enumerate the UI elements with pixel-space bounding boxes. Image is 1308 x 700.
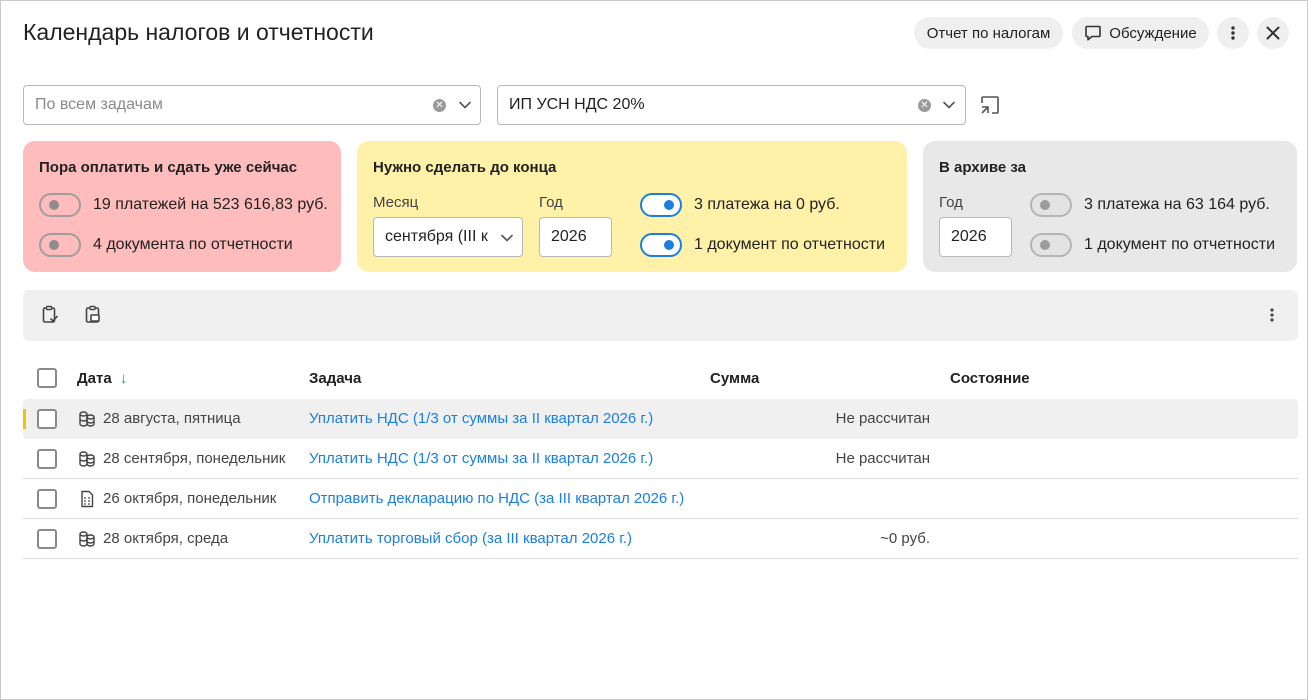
archive-card: В архиве за Год 2026 3 платежа на 63 164… (923, 141, 1297, 272)
archive-title: В архиве за (939, 159, 1027, 176)
row-sum: ~0 руб. (880, 530, 930, 547)
column-date-header[interactable]: Дата ↓ (77, 370, 127, 387)
coins-icon (79, 411, 95, 427)
row-date: 28 августа, пятница (103, 410, 241, 427)
chevron-down-icon[interactable] (458, 98, 472, 112)
task-filter-select[interactable]: По всем задачам ✕ (23, 85, 481, 125)
column-task-header[interactable]: Задача (309, 370, 361, 387)
page-title: Календарь налогов и отчетности (23, 19, 374, 45)
month-value: сентября (III к (385, 228, 488, 245)
date-header-label: Дата (77, 370, 112, 387)
archive-documents-label: 1 документ по отчетности (1084, 236, 1275, 253)
row-sum: Не рассчитан (835, 410, 930, 427)
column-sum-header[interactable]: Сумма (710, 370, 759, 387)
task-filter-placeholder: По всем задачам (35, 96, 163, 113)
select-all-checkbox[interactable] (37, 368, 57, 388)
tax-calendar-dialog: Календарь налогов и отчетности Отчет по … (0, 0, 1308, 700)
row-task-link[interactable]: Уплатить торговый сбор (за III квартал 2… (309, 530, 632, 547)
vertical-dots-icon (1231, 26, 1235, 40)
chat-icon (1085, 25, 1102, 41)
chevron-down-icon (501, 234, 513, 242)
clear-icon[interactable]: ✕ (433, 98, 446, 112)
row-task-link[interactable]: Уплатить НДС (1/3 от суммы за II квартал… (309, 450, 653, 467)
year-label: Год (539, 194, 563, 211)
row-checkbox[interactable] (37, 409, 57, 429)
chevron-down-icon[interactable] (942, 98, 956, 112)
month-label: Месяц (373, 194, 419, 211)
row-date: 28 сентября, понедельник (103, 450, 286, 467)
pay-now-title: Пора оплатить и сдать уже сейчас (39, 159, 298, 176)
row-date: 26 октября, понедельник (103, 490, 277, 507)
pay-now-documents-label: 4 документа по отчетности (93, 236, 293, 253)
archive-year-field[interactable]: 2026 (939, 217, 1012, 257)
discussion-button[interactable]: Обсуждение (1072, 17, 1209, 49)
coins-icon (79, 531, 95, 547)
todo-card: Нужно сделать до конца Месяц сентября (I… (357, 141, 907, 272)
clear-icon[interactable]: ✕ (918, 98, 931, 112)
close-button[interactable] (1257, 17, 1289, 49)
row-task-link[interactable]: Уплатить НДС (1/3 от суммы за II квартал… (309, 410, 653, 427)
organization-filter-value: ИП УСН НДС 20% (509, 96, 645, 113)
discussion-label: Обсуждение (1109, 24, 1197, 42)
todo-documents-label: 1 документ по отчетности (694, 236, 885, 253)
month-select[interactable]: сентября (III к (373, 217, 523, 257)
row-date: 28 октября, среда (103, 530, 229, 547)
vertical-dots-icon[interactable] (1262, 305, 1282, 325)
document-icon (81, 490, 94, 508)
clipboard-archive-icon[interactable] (83, 305, 103, 325)
pay-now-payments-label: 19 платежей на 523 616,83 руб. (93, 196, 328, 213)
row-checkbox[interactable] (37, 529, 57, 549)
todo-payments-toggle[interactable] (640, 193, 682, 217)
todo-payments-label: 3 платежа на 0 руб. (694, 196, 840, 213)
sort-arrow-icon[interactable]: ↓ (120, 370, 128, 387)
archive-documents-toggle[interactable] (1030, 233, 1072, 257)
archive-payments-label: 3 платежа на 63 164 руб. (1084, 196, 1270, 213)
column-state-header[interactable]: Состояние (950, 370, 1030, 387)
table-toolbar (23, 290, 1298, 341)
clipboard-check-icon[interactable] (40, 305, 60, 325)
pay-now-documents-toggle[interactable] (39, 233, 81, 257)
archive-year-label: Год (939, 194, 963, 211)
switch-organization-icon[interactable] (979, 94, 1001, 116)
coins-icon (79, 451, 95, 467)
row-divider (23, 558, 1298, 559)
more-options-button[interactable] (1217, 17, 1249, 49)
row-task-link[interactable]: Отправить декларацию по НДС (за III квар… (309, 490, 684, 507)
close-icon (1266, 26, 1280, 40)
organization-filter-select[interactable]: ИП УСН НДС 20% ✕ (497, 85, 966, 125)
pay-now-card: Пора оплатить и сдать уже сейчас 19 плат… (23, 141, 341, 272)
archive-payments-toggle[interactable] (1030, 193, 1072, 217)
row-marker (23, 409, 26, 429)
row-sum: Не рассчитан (835, 450, 930, 467)
row-checkbox[interactable] (37, 449, 57, 469)
tax-report-button[interactable]: Отчет по налогам (914, 17, 1063, 49)
todo-title: Нужно сделать до конца (373, 159, 557, 176)
pay-now-payments-toggle[interactable] (39, 193, 81, 217)
year-field[interactable]: 2026 (539, 217, 612, 257)
todo-documents-toggle[interactable] (640, 233, 682, 257)
row-checkbox[interactable] (37, 489, 57, 509)
